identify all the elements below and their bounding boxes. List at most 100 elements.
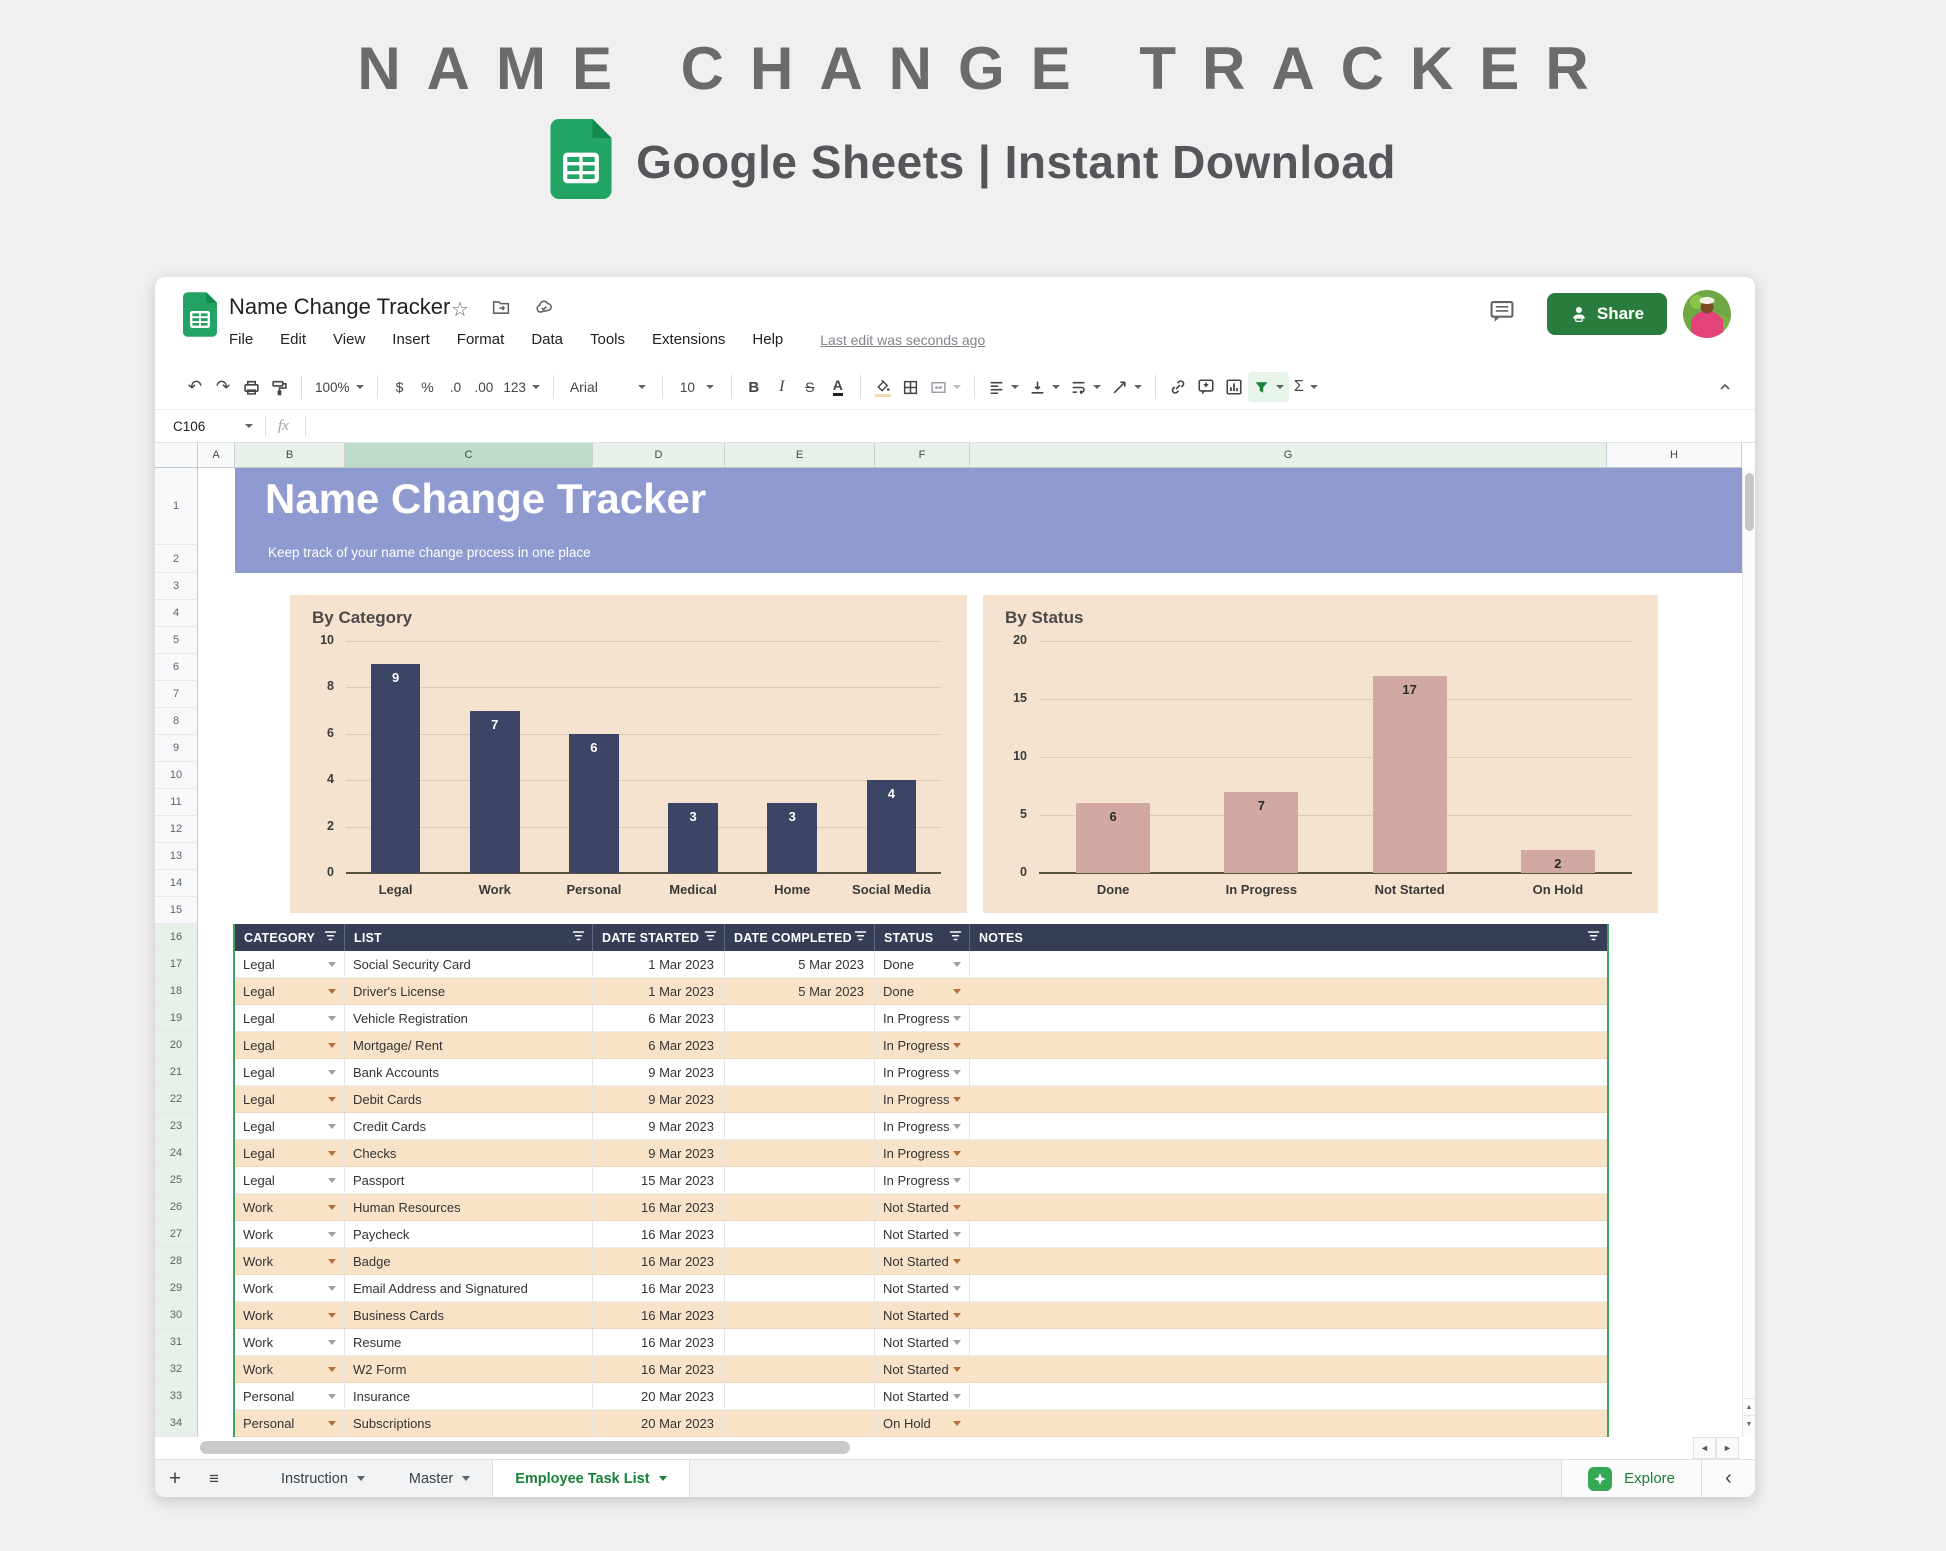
menu-data[interactable]: Data bbox=[531, 331, 563, 348]
cell-category[interactable]: Legal bbox=[235, 1005, 345, 1031]
strikethrough-button[interactable]: S bbox=[796, 372, 824, 402]
cell-notes[interactable] bbox=[970, 951, 1607, 977]
cell-category[interactable]: Work bbox=[235, 1329, 345, 1355]
cell-notes[interactable] bbox=[970, 1140, 1607, 1166]
cell-date_started[interactable]: 16 Mar 2023 bbox=[593, 1221, 725, 1247]
cell-status[interactable]: In Progress bbox=[875, 1167, 970, 1193]
cell-list[interactable]: Debit Cards bbox=[345, 1086, 593, 1112]
dropdown-arrow-icon[interactable] bbox=[953, 1259, 961, 1264]
cell-list[interactable]: Insurance bbox=[345, 1383, 593, 1409]
cell-status[interactable]: Done bbox=[875, 978, 970, 1004]
column-header-date-started[interactable]: DATE STARTED bbox=[593, 924, 725, 951]
row-header-18[interactable]: 18 bbox=[155, 978, 198, 1005]
cell-list[interactable]: Paycheck bbox=[345, 1221, 593, 1247]
cell-date_started[interactable]: 1 Mar 2023 bbox=[593, 978, 725, 1004]
dropdown-arrow-icon[interactable] bbox=[953, 989, 961, 994]
undo-icon[interactable]: ↶ bbox=[181, 372, 209, 402]
format-currency-button[interactable]: $ bbox=[386, 372, 414, 402]
document-title[interactable]: Name Change Tracker bbox=[229, 294, 450, 320]
dropdown-arrow-icon[interactable] bbox=[328, 962, 336, 967]
cell-status[interactable]: Not Started bbox=[875, 1275, 970, 1301]
by-status-chart[interactable]: By Status051015206Done7In Progress17Not … bbox=[983, 595, 1658, 913]
sheets-file-icon[interactable] bbox=[183, 292, 217, 342]
cell-category[interactable]: Work bbox=[235, 1221, 345, 1247]
row-header-8[interactable]: 8 bbox=[155, 708, 198, 735]
cell-status[interactable]: Not Started bbox=[875, 1356, 970, 1382]
cell-notes[interactable] bbox=[970, 1221, 1607, 1247]
cell-list[interactable]: Badge bbox=[345, 1248, 593, 1274]
row-header-22[interactable]: 22 bbox=[155, 1086, 198, 1113]
column-header-B[interactable]: B bbox=[235, 443, 345, 468]
cell-date_started[interactable]: 9 Mar 2023 bbox=[593, 1140, 725, 1166]
cell-date_started[interactable]: 1 Mar 2023 bbox=[593, 951, 725, 977]
all-sheets-icon[interactable]: ≡ bbox=[195, 1460, 233, 1497]
cell-notes[interactable] bbox=[970, 1032, 1607, 1058]
cell-notes[interactable] bbox=[970, 1194, 1607, 1220]
column-header-list[interactable]: LIST bbox=[345, 924, 593, 951]
cell-date_completed[interactable] bbox=[725, 1005, 875, 1031]
tab-menu-icon[interactable] bbox=[357, 1476, 365, 1481]
cell-date_started[interactable]: 20 Mar 2023 bbox=[593, 1410, 725, 1436]
cell-status[interactable]: In Progress bbox=[875, 1059, 970, 1085]
name-box[interactable]: C106 bbox=[155, 419, 239, 434]
row-header-3[interactable]: 3 bbox=[155, 573, 198, 600]
dropdown-arrow-icon[interactable] bbox=[953, 1124, 961, 1129]
dropdown-arrow-icon[interactable] bbox=[328, 1097, 336, 1102]
cell-category[interactable]: Personal bbox=[235, 1383, 345, 1409]
cell-date_completed[interactable] bbox=[725, 1329, 875, 1355]
dropdown-arrow-icon[interactable] bbox=[328, 1286, 336, 1291]
insert-link-icon[interactable] bbox=[1164, 372, 1192, 402]
cell-date_completed[interactable]: 5 Mar 2023 bbox=[725, 978, 875, 1004]
cell-notes[interactable] bbox=[970, 1383, 1607, 1409]
cell-date_started[interactable]: 9 Mar 2023 bbox=[593, 1113, 725, 1139]
insert-chart-icon[interactable] bbox=[1220, 372, 1248, 402]
cell-category[interactable]: Legal bbox=[235, 951, 345, 977]
cell-date_started[interactable]: 9 Mar 2023 bbox=[593, 1086, 725, 1112]
cell-date_completed[interactable] bbox=[725, 1113, 875, 1139]
cell-category[interactable]: Legal bbox=[235, 1113, 345, 1139]
cell-date_completed[interactable] bbox=[725, 1302, 875, 1328]
cell-list[interactable]: Social Security Card bbox=[345, 951, 593, 977]
cell-list[interactable]: Business Cards bbox=[345, 1302, 593, 1328]
filter-icon[interactable] bbox=[704, 930, 717, 945]
tab-menu-icon[interactable] bbox=[462, 1476, 470, 1481]
fill-color-button[interactable] bbox=[869, 372, 897, 402]
horizontal-scrollbar-thumb[interactable] bbox=[200, 1441, 850, 1454]
cell-notes[interactable] bbox=[970, 1356, 1607, 1382]
cell-status[interactable]: Not Started bbox=[875, 1221, 970, 1247]
cell-category[interactable]: Legal bbox=[235, 978, 345, 1004]
dropdown-arrow-icon[interactable] bbox=[953, 1394, 961, 1399]
cell-date_started[interactable]: 9 Mar 2023 bbox=[593, 1059, 725, 1085]
cell-status[interactable]: Not Started bbox=[875, 1329, 970, 1355]
column-header-notes[interactable]: NOTES bbox=[970, 924, 1607, 951]
row-header-26[interactable]: 26 bbox=[155, 1194, 198, 1221]
row-header-19[interactable]: 19 bbox=[155, 1005, 198, 1032]
cell-category[interactable]: Work bbox=[235, 1248, 345, 1274]
redo-icon[interactable]: ↷ bbox=[209, 372, 237, 402]
dropdown-arrow-icon[interactable] bbox=[328, 1205, 336, 1210]
cell-list[interactable]: Email Address and Signatured bbox=[345, 1275, 593, 1301]
row-header-13[interactable]: 13 bbox=[155, 843, 198, 870]
row-header-16[interactable]: 16 bbox=[155, 924, 198, 951]
create-filter-icon[interactable] bbox=[1248, 372, 1289, 402]
functions-dropdown[interactable]: Σ bbox=[1289, 372, 1323, 402]
cell-notes[interactable] bbox=[970, 1275, 1607, 1301]
cell-notes[interactable] bbox=[970, 1113, 1607, 1139]
cell-date_completed[interactable] bbox=[725, 1248, 875, 1274]
sheet-grid[interactable]: 1234567891011121314151617181920212223242… bbox=[155, 468, 1742, 1437]
row-header-9[interactable]: 9 bbox=[155, 735, 198, 762]
column-header-G[interactable]: G bbox=[970, 443, 1607, 468]
dropdown-arrow-icon[interactable] bbox=[328, 1421, 336, 1426]
filter-icon[interactable] bbox=[854, 930, 867, 945]
cell-date_started[interactable]: 16 Mar 2023 bbox=[593, 1329, 725, 1355]
column-header-date-completed[interactable]: DATE COMPLETED bbox=[725, 924, 875, 951]
column-header-D[interactable]: D bbox=[593, 443, 725, 468]
sheet-tab-master[interactable]: Master bbox=[387, 1460, 492, 1497]
dropdown-arrow-icon[interactable] bbox=[328, 1340, 336, 1345]
row-header-12[interactable]: 12 bbox=[155, 816, 198, 843]
cell-date_completed[interactable] bbox=[725, 1032, 875, 1058]
row-header-17[interactable]: 17 bbox=[155, 951, 198, 978]
dropdown-arrow-icon[interactable] bbox=[328, 1394, 336, 1399]
cell-list[interactable]: Human Resources bbox=[345, 1194, 593, 1220]
row-header-15[interactable]: 15 bbox=[155, 897, 198, 924]
